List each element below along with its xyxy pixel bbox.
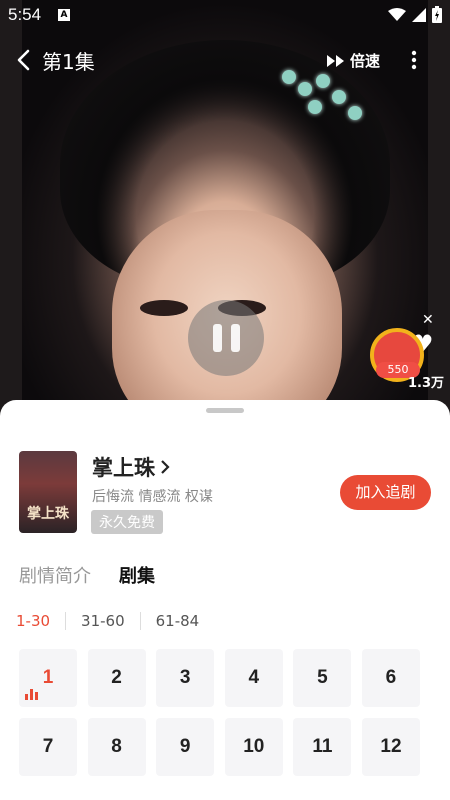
video-frame-eye (140, 300, 188, 316)
like-count: 1.3万 (408, 376, 445, 391)
speed-label: 倍速 (350, 52, 381, 70)
range-1-30[interactable]: 1-30 (16, 612, 65, 630)
app-notification-icon: A (58, 9, 70, 21)
episode-number: 2 (111, 667, 122, 688)
episode-number: 6 (385, 667, 397, 688)
episode-button[interactable]: 12 (361, 718, 420, 776)
episode-button[interactable]: 2 (87, 649, 146, 707)
episode-title: 第1集 (42, 50, 95, 74)
range-31-60[interactable]: 31-60 (65, 612, 140, 630)
drama-title-link[interactable]: 掌上珠 (92, 452, 171, 482)
now-playing-icon (25, 689, 38, 700)
episode-number: 1 (42, 667, 54, 688)
status-time: 5:54 (8, 5, 42, 24)
episode-button[interactable]: 3 (156, 649, 215, 707)
signal-icon (412, 7, 426, 22)
battery-icon (432, 6, 442, 23)
range-61-84[interactable]: 61-84 (139, 612, 215, 630)
tab-episodes[interactable]: 剧集 (119, 562, 155, 588)
detail-tabs: 剧情简介 剧集 (19, 562, 155, 588)
status-bar: 5:54 A (0, 0, 450, 32)
drama-title: 掌上珠 (92, 456, 155, 480)
tab-synopsis[interactable]: 剧情简介 (19, 562, 91, 588)
more-options-icon[interactable] (404, 48, 424, 72)
wifi-icon (388, 7, 406, 21)
episode-grid: 1 2 3 4 5 6 7 8 9 10 11 12 (19, 649, 420, 776)
episode-button[interactable]: 11 (293, 718, 352, 776)
episode-range-selector: 1-30 31-60 61-84 (16, 612, 214, 630)
close-icon[interactable]: ✕ (422, 312, 434, 328)
episode-button[interactable]: 1 (19, 649, 77, 707)
episode-number: 7 (42, 736, 54, 757)
sheet-handle[interactable] (206, 408, 244, 413)
episode-number: 5 (317, 667, 328, 688)
episode-button[interactable]: 6 (361, 649, 420, 707)
poster-title: 掌上珠 (27, 506, 69, 522)
pause-icon (212, 324, 222, 352)
fast-forward-icon (327, 54, 344, 67)
chevron-right-icon (161, 460, 170, 474)
back-icon[interactable] (14, 48, 34, 72)
drama-tags: 后悔流 情感流 权谋 (92, 489, 213, 505)
player-top-bar: 第1集 倍速 (0, 40, 450, 80)
episode-number: 4 (248, 667, 260, 688)
episode-number: 9 (179, 736, 191, 757)
episode-number: 3 (179, 667, 191, 688)
speed-button[interactable]: 倍速 (326, 50, 380, 71)
add-to-watchlist-button[interactable]: 加入追剧 (340, 475, 431, 510)
reward-widget[interactable]: ✕ ♥ 550 1.3万 (368, 312, 448, 394)
episode-number: 8 (111, 736, 122, 757)
free-badge: 永久免费 (91, 510, 163, 534)
episode-button[interactable]: 10 (224, 718, 283, 776)
episode-button[interactable]: 5 (293, 649, 352, 707)
episode-button[interactable]: 4 (224, 649, 283, 707)
episode-button[interactable]: 8 (87, 718, 146, 776)
episode-button[interactable]: 9 (156, 718, 215, 776)
drama-poster[interactable]: 掌上珠 (19, 451, 77, 533)
episode-number: 11 (312, 736, 333, 757)
episode-number: 10 (243, 736, 265, 757)
pause-button[interactable] (188, 300, 264, 376)
status-icons (388, 6, 442, 23)
episode-number: 12 (380, 736, 402, 757)
episode-button[interactable]: 7 (19, 718, 77, 776)
episode-sheet: 掌上珠 掌上珠 后悔流 情感流 权谋 永久免费 加入追剧 剧情简介 剧集 1-3… (0, 400, 450, 800)
